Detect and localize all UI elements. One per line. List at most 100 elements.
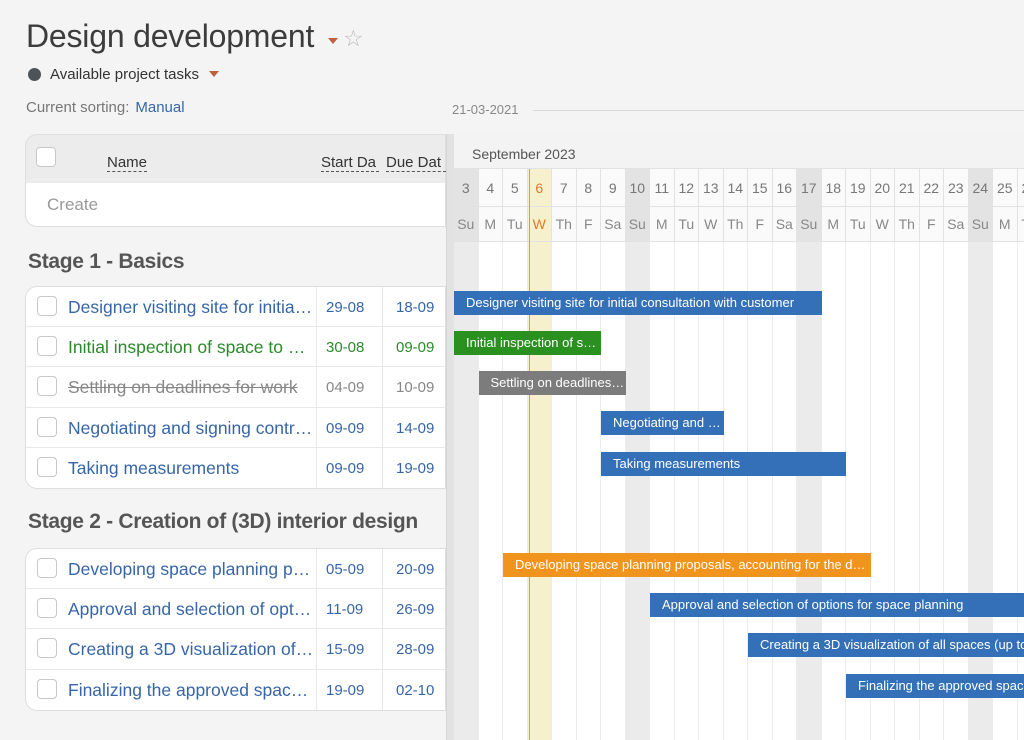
gantt-task-bar[interactable]: Developing space planning proposals, acc… [503, 553, 871, 577]
gantt-day-number: 7 [552, 169, 577, 207]
gantt-weekday-label: F [576, 207, 601, 242]
table-row[interactable]: Settling on deadlines for work 04-09 10-… [26, 367, 445, 408]
task-filter-dropdown[interactable]: Available project tasks [28, 64, 219, 84]
gantt-day-number: 18 [821, 169, 846, 207]
task-name[interactable]: Settling on deadlines for work [68, 377, 314, 398]
task-start-date[interactable]: 04-09 [326, 379, 364, 396]
task-due-date[interactable]: 10-09 [396, 379, 434, 396]
table-row[interactable]: Finalizing the approved space planning 1… [26, 669, 445, 710]
table-row[interactable]: Creating a 3D visualization of all space… [26, 629, 445, 670]
task-due-date[interactable]: 18-09 [396, 299, 434, 316]
gantt-timeline-scroller[interactable] [533, 110, 1024, 111]
star-icon[interactable]: ☆ [343, 27, 364, 50]
gantt-task-bar[interactable]: Settling on deadlines for work [478, 371, 626, 395]
gantt-today-line [528, 169, 530, 740]
gantt-day-number: 22 [919, 169, 944, 207]
task-checkbox[interactable] [37, 678, 57, 699]
gantt-day-column [968, 242, 993, 740]
gantt-task-bar[interactable]: Creating a 3D visualization of all space… [748, 633, 1024, 657]
gantt-task-bar[interactable]: Finalizing the approved space planning [846, 674, 1024, 698]
filter-status-dot-icon [28, 67, 41, 81]
gantt-day-number: 13 [699, 169, 724, 207]
task-checkbox[interactable] [37, 336, 57, 357]
task-due-date[interactable]: 14-09 [396, 420, 434, 437]
select-all-checkbox[interactable] [36, 147, 56, 167]
gantt-weekday-label: F [748, 207, 773, 242]
gantt-weekday-label: Sa [944, 207, 969, 242]
gantt-weekday-label: Tu [674, 207, 699, 242]
gantt-month-header: September 2023 [454, 134, 1024, 169]
gantt-day-column [675, 242, 699, 740]
gantt-day-number: 11 [650, 169, 675, 207]
task-name[interactable]: Negotiating and signing contract [68, 418, 314, 439]
task-start-date[interactable]: 09-09 [326, 420, 364, 437]
task-checkbox[interactable] [37, 416, 57, 437]
gantt-day-column [479, 242, 503, 740]
task-checkbox[interactable] [37, 638, 57, 659]
gantt-task-bar[interactable]: Designer visiting site for initial consu… [454, 291, 822, 315]
task-due-date[interactable]: 26-09 [396, 601, 434, 618]
task-due-date[interactable]: 02-10 [396, 682, 434, 699]
task-start-date[interactable]: 05-09 [326, 561, 364, 578]
gantt-day-column [527, 242, 552, 740]
gantt-weekday-label: W [870, 207, 895, 242]
gantt-weekday-label: Sa [772, 207, 797, 242]
task-name[interactable]: Developing space planning proposals [68, 559, 314, 580]
task-name[interactable]: Taking measurements [68, 458, 314, 479]
create-task-input[interactable]: Create [25, 183, 446, 227]
table-row[interactable]: Taking measurements 09-09 19-09 [26, 447, 445, 488]
table-row[interactable]: Developing space planning proposals 05-0… [26, 549, 445, 590]
task-checkbox[interactable] [37, 376, 57, 397]
task-checkbox[interactable] [37, 296, 57, 316]
gantt-weekday-label: M [993, 207, 1018, 242]
task-name[interactable]: Approval and selection of options [68, 599, 314, 620]
task-start-date[interactable]: 30-08 [326, 339, 364, 356]
task-start-date[interactable]: 11-09 [326, 601, 363, 618]
task-due-date[interactable]: 19-09 [396, 460, 434, 477]
gantt-chart: September 2023 3 Su 4 M 5 Tu 6 W 7 Th 8 F 9 Sa 10 Su 11 M… [454, 134, 1024, 740]
task-start-date[interactable]: 15-09 [326, 641, 364, 658]
gantt-day-column [797, 242, 822, 740]
gantt-weekday-label: Su [968, 207, 993, 242]
column-header-start-date[interactable]: Start Da [321, 154, 379, 172]
column-header-name[interactable]: Name [107, 154, 148, 172]
create-task-placeholder: Create [47, 195, 99, 214]
task-name[interactable]: Designer visiting site for initial consu… [68, 297, 314, 318]
gantt-task-bar[interactable]: Negotiating and signing contract [601, 411, 724, 435]
task-name[interactable]: Finalizing the approved space planning [68, 680, 314, 701]
stage-title: Stage 2 - Creation of (3D) interior desi… [28, 510, 418, 533]
gantt-day-number: 5 [503, 169, 528, 207]
task-start-date[interactable]: 29-08 [326, 299, 364, 316]
task-checkbox[interactable] [37, 598, 57, 619]
gantt-day-column [625, 242, 650, 740]
panel-splitter[interactable] [446, 134, 454, 740]
task-checkbox[interactable] [37, 456, 57, 477]
gantt-weekday-label: M [478, 207, 503, 242]
gantt-day-column [846, 242, 871, 740]
gantt-weekday-label: W [527, 207, 552, 242]
gantt-day-column [920, 242, 944, 740]
gantt-task-bar[interactable]: Approval and selection of options for sp… [650, 593, 1024, 617]
table-row[interactable]: Negotiating and signing contract 09-09 1… [26, 407, 445, 448]
task-name[interactable]: Initial inspection of space to be design… [68, 337, 314, 358]
sorting-value-link[interactable]: Manual [135, 99, 184, 116]
task-due-date[interactable]: 20-09 [396, 561, 434, 578]
table-row[interactable]: Designer visiting site for initial consu… [26, 287, 445, 328]
gantt-task-bar[interactable]: Initial inspection of space to be design… [454, 331, 601, 355]
gantt-weekday-label: Tu [503, 207, 528, 242]
gantt-weekday-label: Tu [846, 207, 871, 242]
table-row[interactable]: Approval and selection of options 11-09 … [26, 589, 445, 630]
task-start-date[interactable]: 09-09 [326, 460, 364, 477]
task-start-date[interactable]: 19-09 [326, 682, 364, 699]
task-due-date[interactable]: 28-09 [396, 641, 434, 658]
column-header-due-date[interactable]: Due Dat [386, 154, 446, 172]
task-due-date[interactable]: 09-09 [396, 339, 434, 356]
table-row[interactable]: Initial inspection of space to be design… [26, 327, 445, 368]
task-name[interactable]: Creating a 3D visualization of all space… [68, 639, 314, 660]
task-checkbox[interactable] [37, 558, 57, 578]
gantt-day-number: 17 [797, 169, 822, 207]
gantt-task-bar[interactable]: Taking measurements [601, 452, 846, 476]
gantt-day-column [748, 242, 773, 740]
table-header: Name Start Da Due Dat [25, 134, 446, 183]
title-menu-caret-icon[interactable] [328, 38, 338, 44]
